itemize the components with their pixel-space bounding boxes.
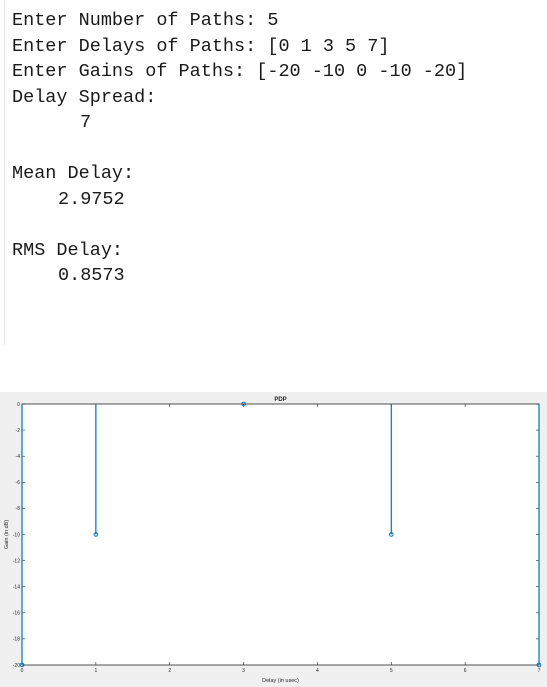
gains-prompt: Enter Gains of Paths: (12, 61, 257, 82)
x-tick-label-7: 7 (538, 668, 541, 674)
x-tick-label-2: 2 (168, 668, 171, 674)
paths-prompt: Enter Number of Paths: (12, 10, 268, 31)
console-line-delays: Enter Delays of Paths: [0 1 3 5 7] (12, 34, 467, 60)
y-tick-label-6: -12 (13, 558, 20, 564)
y-tick-label-7: -14 (13, 585, 20, 591)
paths-value: 5 (267, 10, 279, 31)
y-tick-label-10: -20 (13, 663, 20, 669)
gains-value: [-20 -10 0 -10 -20] (256, 61, 468, 82)
plot-area (21, 403, 540, 666)
x-tick-label-6: 6 (464, 668, 467, 674)
y-tick-label-1: -2 (16, 428, 21, 434)
y-tick-label-5: -10 (13, 532, 20, 538)
y-tick-label-3: -6 (16, 480, 21, 486)
delays-prompt: Enter Delays of Paths: (12, 35, 268, 57)
x-axis-label: Delay (in usec) (262, 678, 299, 684)
rms-delay-value: 0.8573 (58, 265, 125, 286)
x-tick-label-5: 5 (390, 668, 393, 674)
y-tick-label-9: -18 (13, 637, 20, 643)
rms-delay-label: RMS Delay: (12, 239, 124, 261)
delay-spread-value: 7 (80, 112, 92, 133)
chart-title: PDP (274, 397, 286, 403)
x-tick-label-4: 4 (316, 668, 319, 674)
delay-spread-label: Delay Spread: (12, 86, 157, 108)
x-tick-label-1: 1 (94, 668, 97, 674)
y-axis-label: Gain (in dB) (4, 520, 10, 550)
console-line-gains: Enter Gains of Paths: [-20 -10 0 -10 -20… (12, 59, 467, 85)
console-line-paths: Enter Number of Paths: 5 (12, 8, 467, 34)
delays-value: [0 1 3 5 7] (267, 35, 390, 57)
x-tick-label-3: 3 (242, 668, 245, 674)
figure-window: PDP Delay (in usec) Gain (in dB) 0 1 2 3 4 5 6… (0, 392, 547, 687)
command-output: Enter Number of Paths: 5 Enter Delays of … (12, 8, 467, 289)
mean-delay-label: Mean Delay: (12, 163, 135, 184)
y-tick-label-4: -8 (16, 506, 21, 512)
x-tick-label-0: 0 (21, 668, 24, 674)
command-window-gutter (0, 0, 5, 345)
pdp-chart[interactable]: PDP Delay (in usec) Gain (in dB) 0 1 2 3 4 5 6… (0, 392, 547, 687)
y-tick-label-8: -16 (13, 611, 20, 617)
command-window: Enter Number of Paths: 5 Enter Delays of … (0, 0, 547, 350)
y-tick-label-2: -4 (16, 454, 21, 460)
mean-delay-value: 2.9752 (58, 188, 125, 210)
y-tick-label-0: 0 (17, 402, 20, 408)
